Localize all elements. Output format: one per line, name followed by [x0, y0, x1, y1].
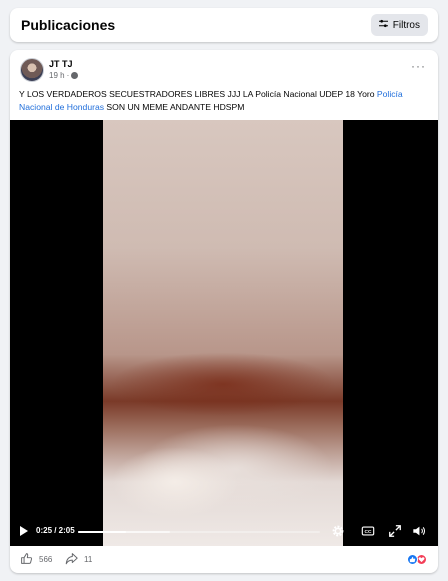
share-count: 11	[84, 555, 93, 564]
like-reaction-icon	[407, 554, 418, 565]
svg-text:CC: CC	[365, 529, 372, 535]
post-time[interactable]: 19 h	[49, 71, 65, 80]
post-actions: 566 11	[10, 546, 438, 573]
play-icon[interactable]	[20, 526, 28, 536]
video-progress-bar[interactable]	[78, 531, 320, 533]
video-time: 0:25 / 2:05	[36, 526, 75, 535]
like-count: 566	[39, 555, 53, 564]
post-text-main: Y LOS VERDADEROS SECUESTRADORES LIBRES J…	[19, 89, 377, 99]
video-player[interactable]: 0:25 / 2:05 CC	[10, 120, 438, 546]
more-options-button[interactable]: ···	[411, 60, 426, 72]
author-name[interactable]: JT TJ	[49, 59, 73, 69]
captions-icon[interactable]: CC	[361, 524, 375, 538]
filters-button[interactable]: Filtros	[370, 14, 428, 36]
globe-icon	[71, 72, 79, 79]
author-avatar[interactable]	[20, 58, 44, 82]
thumbs-up-icon	[20, 552, 33, 567]
post-text-tail: SON UN MEME ANDANTE HDSPM	[104, 101, 245, 112]
post-text: Y LOS VERDADEROS SECUESTRADORES LIBRES J…	[19, 88, 429, 113]
video-controls: 0:25 / 2:05 CC	[10, 518, 438, 546]
filters-label: Filtros	[392, 19, 420, 31]
like-button[interactable]: 566	[20, 552, 52, 567]
volume-icon[interactable]	[412, 524, 426, 538]
page-title: Publicaciones	[21, 17, 116, 33]
share-button[interactable]: 11	[65, 552, 92, 567]
video-progress-fill	[78, 531, 127, 533]
post-meta: 19 h ·	[49, 71, 79, 80]
publications-header: Publicaciones Filtros	[10, 8, 438, 42]
settings-icon[interactable]	[331, 524, 345, 538]
reaction-summary[interactable]	[407, 554, 429, 565]
filter-sliders-icon	[378, 19, 388, 31]
share-arrow-icon	[65, 552, 78, 567]
post-card: JT TJ 19 h · ··· Y LOS VERDADEROS SECUES…	[10, 50, 438, 573]
fullscreen-icon[interactable]	[388, 524, 402, 538]
video-frame[interactable]	[103, 120, 343, 546]
